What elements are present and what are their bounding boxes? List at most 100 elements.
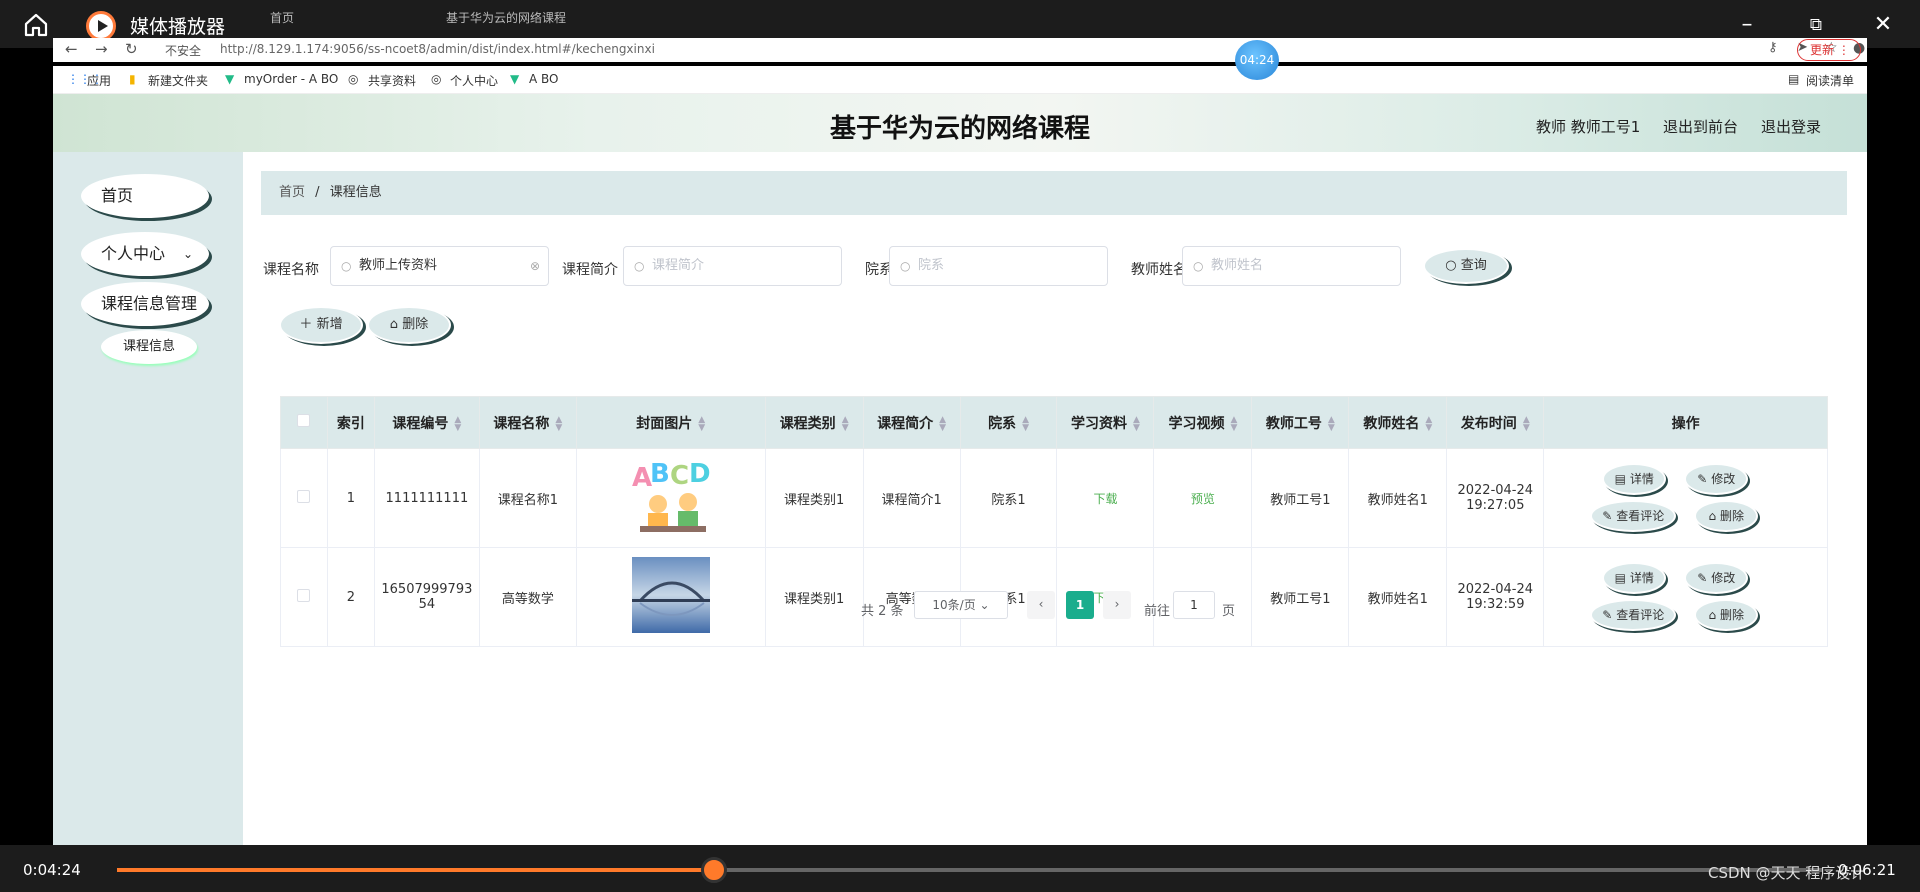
seek-handle[interactable] [701, 857, 728, 883]
bookmark-abo[interactable]: A BO [529, 72, 559, 86]
bridge-cover-image[interactable] [631, 557, 710, 633]
key-icon[interactable]: ⚷ [1768, 40, 1778, 55]
col-video[interactable]: 学习视频 ▲ ▼ [1153, 396, 1253, 449]
vue-icon: ▼ [225, 72, 235, 86]
col-date[interactable]: 发布时间 ▲ ▼ [1446, 396, 1545, 449]
query-button[interactable]: ○ 查询 [1423, 248, 1509, 284]
edit-button[interactable]: ✎ 修改 [1684, 562, 1749, 594]
pencil-icon: ✎ [1697, 472, 1708, 486]
reading-list[interactable]: 阅读清单 [1806, 72, 1854, 89]
main-content: 首页 / 课程信息 课程名称 ○ 教师上传资料 ⊗ 课程简介 ○ 课程简介 院系… [243, 152, 1867, 845]
trash-icon: ⌂ [1708, 509, 1717, 523]
bookmark-apps[interactable]: 应用 [87, 72, 111, 89]
current-page-button[interactable]: 1 [1066, 591, 1094, 619]
prev-page-button[interactable]: ‹ [1027, 591, 1055, 619]
sidebar-item-home[interactable]: 首页 [81, 174, 209, 218]
total-time: 0:06:21 [1838, 861, 1896, 879]
col-teacher-name[interactable]: 教师姓名 ▲ ▼ [1348, 396, 1448, 449]
sort-icon: ▲ ▼ [1522, 414, 1530, 433]
seek-bar-progress [117, 868, 715, 872]
add-button[interactable]: ＋ 新增 [279, 306, 363, 344]
col-intro[interactable]: 课程简介 ▲ ▼ [862, 396, 961, 449]
media-player-controls: 0:04:24 CSDN @天天 程序设计 0:06:21 [0, 845, 1920, 892]
document-icon: ▤ [1614, 472, 1626, 486]
reload-icon[interactable]: ↻ [125, 40, 138, 58]
bookmark-shared[interactable]: 共享资料 [368, 72, 416, 89]
seek-bar[interactable] [117, 857, 1823, 883]
cell-teacher-id: 教师工号1 [1251, 547, 1350, 647]
current-time: 0:04:24 [23, 861, 81, 879]
page-header: 基于华为云的网络课程 教师 教师工号1 退出到前台 退出登录 [53, 94, 1867, 152]
url-text[interactable]: http://8.129.1.174:9056/ss-ncoet8/admin/… [220, 42, 655, 56]
cell-code: 1111111111 [373, 448, 480, 548]
next-page-button[interactable]: › [1103, 591, 1131, 619]
col-ops: 操作 [1543, 396, 1828, 449]
logout-link[interactable]: 退出登录 [1761, 116, 1821, 137]
col-category[interactable]: 课程类别 ▲ ▼ [764, 396, 864, 449]
course-intro-input[interactable]: ○ 课程简介 [623, 246, 842, 286]
col-cover[interactable]: 封面图片 ▲ ▼ [575, 396, 766, 449]
course-name-label: 课程名称 [263, 262, 319, 278]
security-warning[interactable]: 不安全 [165, 42, 201, 59]
chevron-down-icon: ⌄ [182, 247, 193, 261]
sidebar-item-personal[interactable]: 个人中心 ⌄ [81, 232, 209, 276]
abcd-cover-image[interactable]: A B C D [630, 458, 712, 534]
cell-intro: 课程简介1 [862, 448, 961, 548]
bookmark-myorder[interactable]: myOrder - A BO [244, 72, 338, 86]
bookmark-personal[interactable]: 个人中心 [450, 72, 498, 89]
detail-button[interactable]: ▤ 详情 [1602, 463, 1667, 495]
delete-button[interactable]: ⌂ 删除 [367, 306, 451, 344]
breadcrumb-home[interactable]: 首页 [279, 185, 305, 200]
pencil-icon: ✎ [1602, 608, 1613, 622]
col-material[interactable]: 学习资料 ▲ ▼ [1056, 396, 1155, 449]
home-icon[interactable] [22, 11, 50, 39]
cell-cover [575, 547, 766, 647]
search-icon: ○ [634, 259, 645, 273]
edit-button[interactable]: ✎ 修改 [1684, 463, 1749, 495]
sort-icon: ▲ ▼ [1425, 414, 1433, 433]
delete-row-button[interactable]: ⌂ 删除 [1694, 500, 1759, 532]
sidebar-subitem-label: 课程信息 [122, 339, 175, 354]
close-icon[interactable]: ✕ [1866, 8, 1900, 42]
exit-to-front-link[interactable]: 退出到前台 [1663, 116, 1738, 137]
media-player-title: 媒体播放器 [130, 16, 226, 38]
course-name-input[interactable]: ○ 教师上传资料 ⊗ [330, 246, 549, 286]
sort-icon: ▲ ▼ [841, 414, 849, 433]
address-bar: ← → ↻ 不安全 http://8.129.1.174:9056/ss-nco… [53, 38, 1867, 62]
teacher-name-label: 教师姓名 [1131, 262, 1187, 278]
delete-row-button[interactable]: ⌂ 删除 [1694, 599, 1759, 631]
col-teacher-id[interactable]: 教师工号 ▲ ▼ [1251, 396, 1350, 449]
minimize-icon[interactable]: – [1730, 8, 1764, 42]
col-code[interactable]: 课程编号 ▲ ▼ [373, 396, 480, 449]
download-link[interactable]: 下载 [1093, 492, 1117, 506]
row-checkbox[interactable] [280, 547, 328, 647]
breadcrumb: 首页 / 课程信息 [261, 171, 1847, 215]
sidebar-item-course-mgmt[interactable]: 课程信息管理 [81, 282, 209, 326]
sort-icon: ▲ ▼ [454, 414, 462, 433]
view-comments-button[interactable]: ✎ 查看评论 [1590, 599, 1677, 631]
goto-page-input[interactable]: 1 [1173, 591, 1215, 619]
preview-link[interactable]: 预览 [1191, 492, 1215, 506]
browser-tab-course[interactable]: 基于华为云的网络课程 [420, 4, 600, 32]
view-comments-button[interactable]: ✎ 查看评论 [1590, 500, 1677, 532]
teacher-name-input[interactable]: ○ 教师姓名 [1182, 246, 1401, 286]
detail-button[interactable]: ▤ 详情 [1602, 562, 1667, 594]
clear-icon[interactable]: ⊗ [530, 247, 540, 285]
col-name[interactable]: 课程名称 ▲ ▼ [478, 396, 577, 449]
row-checkbox[interactable] [280, 448, 328, 548]
restore-icon[interactable]: ⧉ [1799, 8, 1833, 42]
sort-icon: ▲ ▼ [1230, 414, 1238, 433]
sidebar: 首页 个人中心 ⌄ 课程信息管理 课程信息 [53, 152, 243, 845]
trash-icon: ⌂ [389, 317, 399, 332]
select-all-checkbox[interactable] [280, 396, 328, 449]
back-arrow-icon[interactable]: ← [65, 40, 78, 58]
department-input[interactable]: ○ 院系 [889, 246, 1108, 286]
col-dept[interactable]: 院系 ▲ ▼ [959, 396, 1058, 449]
browser-tab-home[interactable]: 首页 [258, 4, 408, 32]
page-size-select[interactable]: 10条/页 ⌄ [914, 591, 1008, 619]
update-button[interactable]: 更新 ⋮ [1797, 39, 1861, 61]
bookmark-new-folder[interactable]: 新建文件夹 [148, 72, 208, 89]
sidebar-subitem-course-info[interactable]: 课程信息 [101, 330, 197, 364]
pencil-icon: ✎ [1602, 509, 1613, 523]
forward-arrow-icon[interactable]: → [95, 40, 108, 58]
